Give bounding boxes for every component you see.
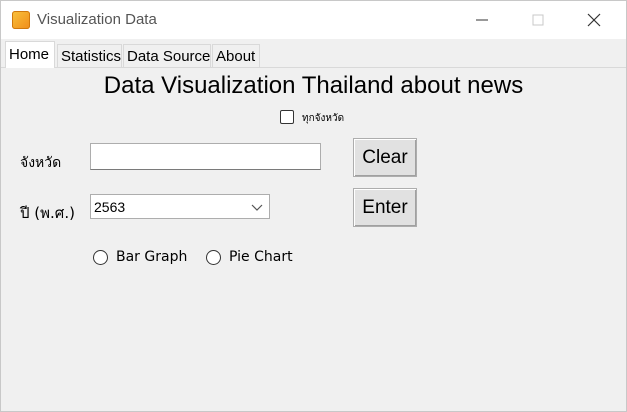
year-label: ปี (พ.ศ.): [20, 204, 75, 222]
tab-divider: [1, 67, 626, 68]
year-select[interactable]: 2563: [90, 194, 270, 219]
tab-statistics[interactable]: Statistics: [57, 44, 122, 67]
maximize-button[interactable]: [515, 1, 561, 39]
close-icon: [587, 13, 601, 27]
year-select-value: 2563: [94, 199, 126, 215]
province-input[interactable]: [90, 143, 321, 170]
maximize-icon: [532, 14, 544, 26]
bar-graph-label: Bar Graph: [116, 249, 188, 265]
all-provinces-checkbox[interactable]: [280, 110, 294, 124]
chevron-down-icon: [251, 204, 263, 211]
bar-graph-radio[interactable]: [93, 250, 108, 265]
app-window: Visualization Data Home Statistics Data …: [0, 0, 627, 412]
tab-about[interactable]: About: [212, 44, 260, 67]
tab-data-source[interactable]: Data Source: [123, 44, 211, 67]
app-icon: [12, 11, 30, 29]
window-title: Visualization Data: [37, 11, 157, 28]
title-bar[interactable]: Visualization Data: [1, 1, 626, 39]
pie-chart-radio[interactable]: [206, 250, 221, 265]
minimize-button[interactable]: [459, 1, 505, 39]
clear-button[interactable]: Clear: [353, 138, 417, 177]
enter-button[interactable]: Enter: [353, 188, 417, 227]
minimize-icon: [476, 19, 488, 21]
all-provinces-label: ทุกจังหวัด: [302, 113, 345, 124]
province-label: จังหวัด: [20, 155, 62, 171]
tab-home[interactable]: Home: [5, 41, 55, 68]
page-title: Data Visualization Thailand about news: [103, 72, 524, 99]
close-button[interactable]: [571, 1, 617, 39]
pie-chart-label: Pie Chart: [229, 249, 293, 265]
